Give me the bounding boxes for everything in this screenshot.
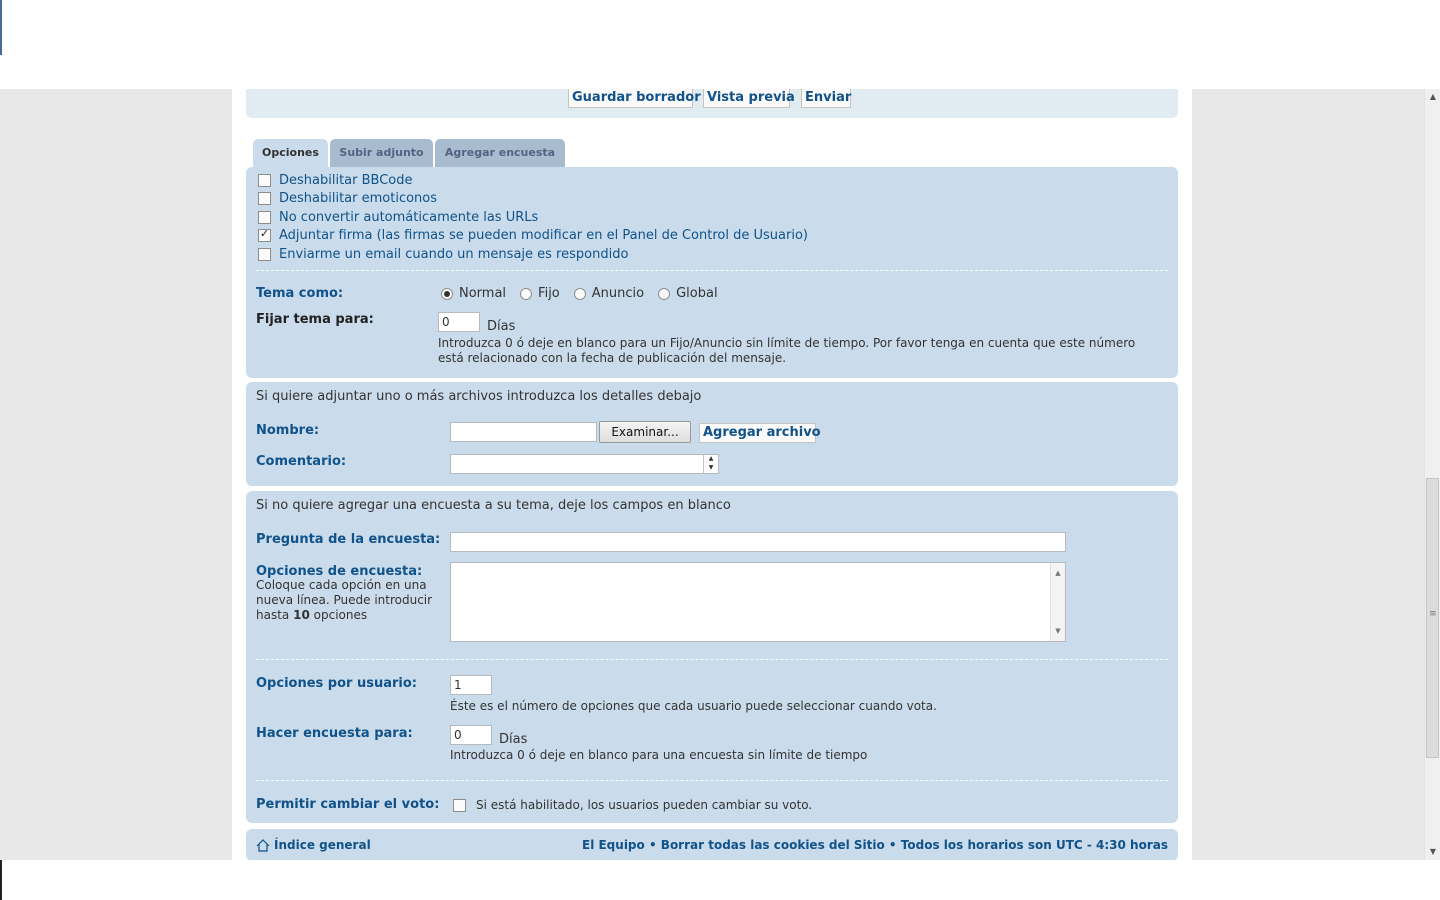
- poll-length-help: Introduzca 0 ó deje en blanco para una e…: [450, 748, 868, 762]
- filename-label: Nombre:: [256, 423, 320, 438]
- radio-label: Global: [676, 286, 718, 301]
- stick-for-input[interactable]: 0: [438, 312, 480, 332]
- window-top-area: [0, 0, 1440, 89]
- tab-upload-attachment[interactable]: Subir adjunto: [330, 139, 433, 167]
- poll-length-input[interactable]: 0: [450, 725, 492, 745]
- poll-length-label: Hacer encuesta para:: [256, 726, 413, 741]
- radio-label: Anuncio: [591, 286, 645, 301]
- spinner-arrows-icon[interactable]: ▲ ▼: [703, 454, 718, 474]
- window-edge: [0, 0, 2, 55]
- tab-options[interactable]: Opciones: [253, 139, 328, 167]
- checkbox-checked[interactable]: [258, 227, 271, 242]
- checkbox[interactable]: [258, 191, 271, 205]
- checkbox[interactable]: [453, 798, 466, 812]
- poll-options-textarea[interactable]: ▲ ▼: [450, 562, 1066, 642]
- footer-links[interactable]: El Equipo • Borrar todas las cookies del…: [582, 838, 1168, 852]
- board-index-label: Índice general: [274, 838, 371, 852]
- poll-intro: Si no quiere agregar una encuesta a su t…: [256, 498, 731, 513]
- change-vote-option[interactable]: Si está habilitado, los usuarios pueden …: [453, 796, 812, 814]
- topic-type-label: Tema como:: [256, 286, 344, 301]
- radio-announce[interactable]: [573, 287, 586, 300]
- poll-options-help-2: nueva línea. Puede introducir: [256, 593, 433, 607]
- option-label: Deshabilitar emoticonos: [279, 190, 438, 206]
- board-index-link[interactable]: Índice general: [256, 838, 371, 852]
- grip-icon: ≡: [1429, 609, 1437, 619]
- poll-panel: Si no quiere agregar una encuesta a su t…: [246, 491, 1178, 823]
- poll-options-help-3: hasta 10 opciones: [256, 608, 367, 622]
- options-per-user-label: Opciones por usuario:: [256, 676, 417, 691]
- help-text: hasta: [256, 608, 290, 622]
- stick-for-help-line-2: está relacionado con la fecha de publica…: [438, 351, 787, 365]
- scroll-down-arrow-icon[interactable]: ▼: [1051, 623, 1065, 639]
- divider: [256, 270, 1168, 271]
- options-per-user-help: Éste es el número de opciones que cada u…: [450, 699, 937, 713]
- attachments-intro: Si quiere adjuntar uno o más archivos in…: [256, 389, 702, 404]
- option-label: Adjuntar firma (las firmas se pueden mod…: [279, 227, 808, 243]
- scroll-down-arrow-icon[interactable]: ▼: [1425, 844, 1440, 860]
- options-panel: Deshabilitar BBCode Deshabilitar emotico…: [246, 167, 1178, 378]
- radio-label: Normal: [459, 286, 507, 301]
- footer-navbar: Índice general El Equipo • Borrar todas …: [246, 829, 1178, 860]
- poll-options-help-1: Coloque cada opción en una: [256, 578, 427, 592]
- poll-options-label: Opciones de encuesta:: [256, 564, 423, 579]
- option-attach-signature[interactable]: Adjuntar firma (las firmas se pueden mod…: [258, 226, 808, 244]
- poll-question-input[interactable]: [450, 532, 1066, 552]
- scrollbar-thumb[interactable]: ≡: [1426, 478, 1439, 758]
- forum-page: Guardar borrador Vista previa Enviar Opc…: [232, 89, 1192, 860]
- browser-viewport: Guardar borrador Vista previa Enviar Opc…: [0, 89, 1424, 860]
- max-options-value: 10: [293, 608, 310, 622]
- home-icon: [256, 838, 270, 852]
- add-file-button[interactable]: Agregar archivo: [699, 423, 821, 443]
- topic-type-radio-group: Normal Fijo Anuncio Global: [441, 286, 732, 301]
- comment-label: Comentario:: [256, 454, 347, 469]
- option-label: Deshabilitar BBCode: [279, 172, 413, 188]
- option-label: No convertir automáticamente las URLs: [279, 209, 539, 225]
- stick-for-unit: Días: [487, 319, 516, 334]
- divider: [256, 659, 1168, 660]
- stick-for-help-line-1: Introduzca 0 ó deje en blanco para un Fi…: [438, 336, 1136, 350]
- submit-buttons-panel: Guardar borrador Vista previa Enviar: [246, 89, 1178, 118]
- checkbox[interactable]: [258, 210, 271, 224]
- save-draft-button[interactable]: Guardar borrador: [568, 89, 701, 108]
- checkbox[interactable]: [258, 173, 271, 187]
- change-vote-label: Permitir cambiar el voto:: [256, 797, 440, 812]
- change-vote-help: Si está habilitado, los usuarios pueden …: [476, 798, 813, 812]
- options-per-user-input[interactable]: 1: [450, 675, 492, 695]
- radio-global[interactable]: [658, 287, 671, 300]
- option-disable-magic-url[interactable]: No convertir automáticamente las URLs: [258, 208, 538, 226]
- tab-add-poll[interactable]: Agregar encuesta: [435, 139, 565, 167]
- radio-label: Fijo: [538, 286, 560, 301]
- poll-question-label: Pregunta de la encuesta:: [256, 532, 441, 547]
- window-edge: [0, 860, 2, 900]
- stick-for-label: Fijar tema para:: [256, 312, 374, 327]
- divider: [256, 780, 1168, 781]
- scroll-up-arrow-icon[interactable]: ▲: [1051, 565, 1065, 581]
- browse-button[interactable]: Examinar...: [599, 421, 691, 443]
- option-notify-reply[interactable]: Enviarme un email cuando un mensaje es r…: [258, 245, 628, 263]
- option-disable-bbcode[interactable]: Deshabilitar BBCode: [258, 171, 413, 189]
- comment-input[interactable]: ▲ ▼: [450, 454, 719, 474]
- radio-normal[interactable]: [441, 287, 453, 300]
- scroll-up-arrow-icon[interactable]: ▲: [1425, 89, 1440, 105]
- option-label: Enviarme un email cuando un mensaje es r…: [279, 246, 629, 262]
- filename-input[interactable]: [450, 422, 597, 442]
- help-text: opciones: [313, 608, 368, 622]
- textarea-scrollbar[interactable]: ▲ ▼: [1050, 563, 1065, 641]
- option-disable-smilies[interactable]: Deshabilitar emoticonos: [258, 189, 437, 207]
- page-scrollbar[interactable]: ▲ ≡ ▼: [1424, 89, 1440, 860]
- radio-sticky[interactable]: [520, 287, 533, 300]
- submit-button[interactable]: Enviar: [801, 89, 851, 108]
- preview-button[interactable]: Vista previa: [703, 89, 795, 108]
- attachments-panel: Si quiere adjuntar uno o más archivos in…: [246, 382, 1178, 486]
- window-bottom-area: [0, 860, 1440, 900]
- poll-length-unit: Días: [499, 732, 528, 747]
- checkbox[interactable]: [258, 247, 271, 261]
